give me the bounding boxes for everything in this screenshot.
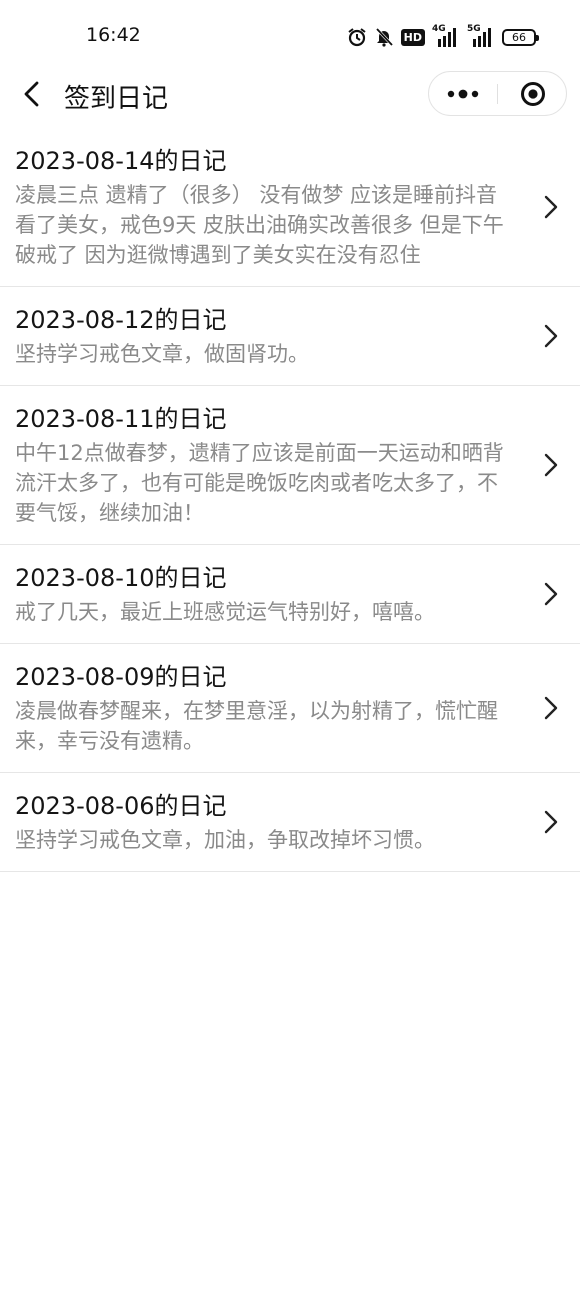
signal-4g-icon: 4G xyxy=(432,24,460,48)
diary-content: 戒了几天，最近上班感觉运气特别好，嘻嘻。 xyxy=(15,600,435,624)
back-button[interactable] xyxy=(14,76,50,112)
chevron-left-icon xyxy=(24,81,39,107)
status-icons: HD 4G 5G 66 xyxy=(347,24,539,50)
nav-bar: 签到日记 xyxy=(0,70,580,120)
diary-title: 2023-08-06的日记 xyxy=(15,792,227,820)
chevron-right-icon xyxy=(544,810,558,834)
diary-content: 凌晨三点 遗精了（很多） 没有做梦 应该是睡前抖音看了美女，戒色9天 皮肤出油确… xyxy=(15,183,504,267)
capsule-menu xyxy=(428,71,567,116)
diary-item[interactable]: 2023-08-11的日记 中午12点做春梦，遗精了应该是前面一天运动和晒背流汗… xyxy=(0,386,580,545)
chevron-right-icon xyxy=(544,582,558,606)
chevron-right-icon xyxy=(544,324,558,348)
diary-title: 2023-08-14的日记 xyxy=(15,147,227,175)
diary-title: 2023-08-11的日记 xyxy=(15,405,227,433)
battery-icon: 66 xyxy=(502,28,539,46)
status-time: 16:42 xyxy=(86,24,141,46)
diary-content: 坚持学习戒色文章，加油，争取改掉坏习惯。 xyxy=(15,828,435,852)
diary-title: 2023-08-10的日记 xyxy=(15,564,227,592)
page-title: 签到日记 xyxy=(64,84,169,114)
diary-title: 2023-08-12的日记 xyxy=(15,306,227,334)
status-bar: 16:42 HD 4G 5G 66 xyxy=(0,0,580,70)
chevron-right-icon xyxy=(544,696,558,720)
diary-list: 2023-08-14的日记 凌晨三点 遗精了（很多） 没有做梦 应该是睡前抖音看… xyxy=(0,128,580,872)
diary-content: 凌晨做春梦醒来，在梦里意淫，以为射精了，慌忙醒来，幸亏没有遗精。 xyxy=(15,699,498,753)
alarm-icon xyxy=(347,27,367,47)
chevron-right-icon xyxy=(544,195,558,219)
more-dots-icon xyxy=(447,89,479,99)
diary-item[interactable]: 2023-08-12的日记 坚持学习戒色文章，做固肾功。 xyxy=(0,287,580,386)
diary-item[interactable]: 2023-08-09的日记 凌晨做春梦醒来，在梦里意淫，以为射精了，慌忙醒来，幸… xyxy=(0,644,580,773)
diary-item[interactable]: 2023-08-10的日记 戒了几天，最近上班感觉运气特别好，嘻嘻。 xyxy=(0,545,580,644)
diary-item[interactable]: 2023-08-14的日记 凌晨三点 遗精了（很多） 没有做梦 应该是睡前抖音看… xyxy=(0,128,580,287)
diary-content: 坚持学习戒色文章，做固肾功。 xyxy=(15,342,309,366)
diary-content: 中午12点做春梦，遗精了应该是前面一天运动和晒背流汗太多了，也有可能是晚饭吃肉或… xyxy=(15,441,504,525)
diary-title: 2023-08-09的日记 xyxy=(15,663,227,691)
hd-icon: HD xyxy=(400,28,425,46)
chevron-right-icon xyxy=(544,453,558,477)
diary-item[interactable]: 2023-08-06的日记 坚持学习戒色文章，加油，争取改掉坏习惯。 xyxy=(0,773,580,872)
mute-icon xyxy=(374,27,394,47)
target-close-icon xyxy=(521,82,545,106)
close-miniprogram-button[interactable] xyxy=(498,72,566,115)
more-button[interactable] xyxy=(429,72,497,115)
signal-5g-icon: 5G xyxy=(467,24,495,48)
